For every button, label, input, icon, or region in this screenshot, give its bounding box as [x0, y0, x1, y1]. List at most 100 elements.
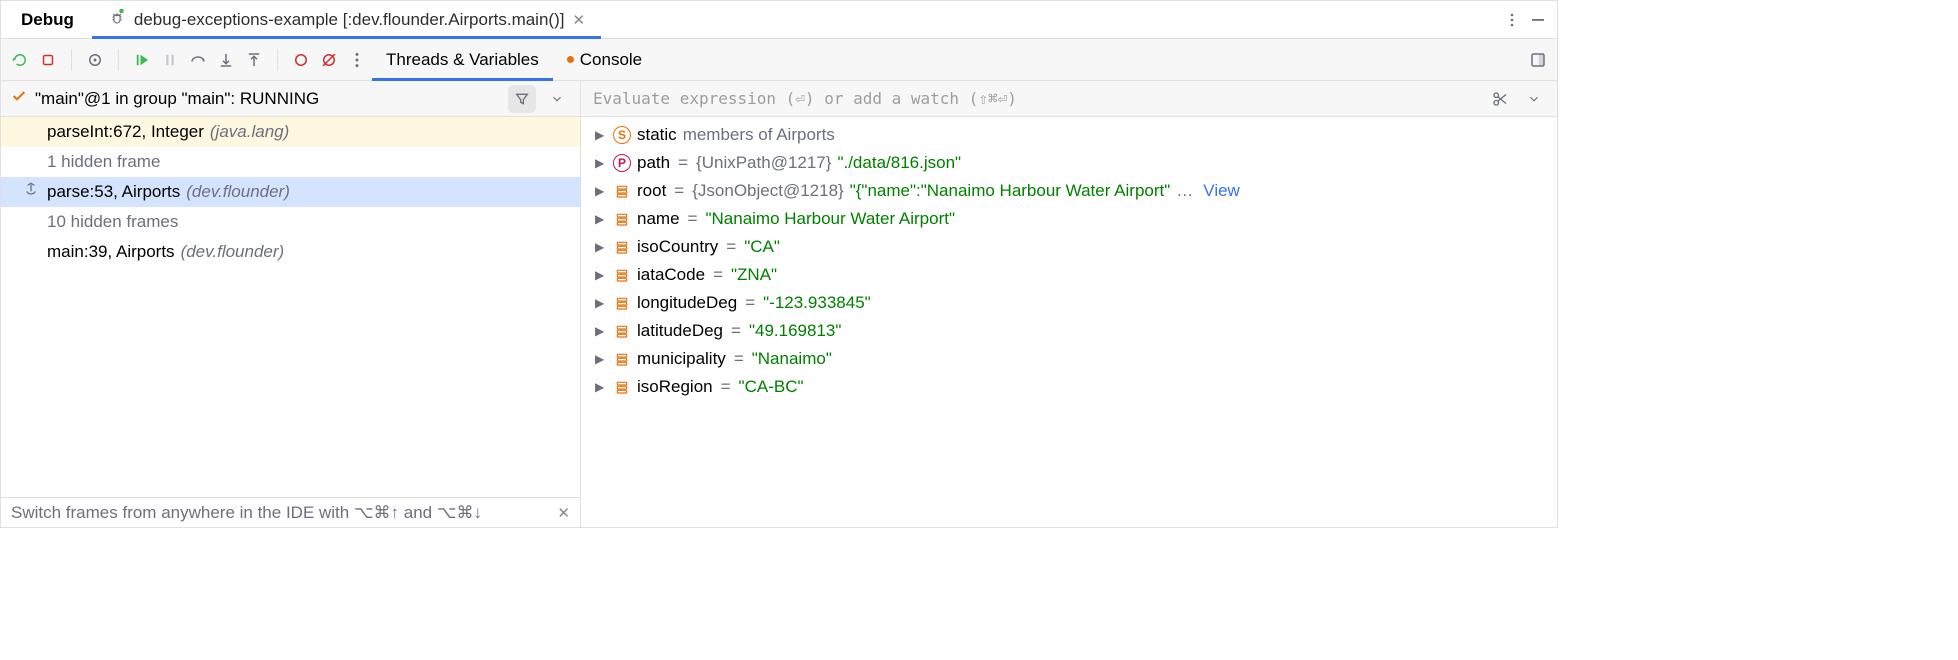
expand-eval-icon[interactable] — [1521, 86, 1547, 112]
debug-toolbar: Threads & Variables Console — [1, 39, 1557, 81]
drop-frame-icon[interactable] — [23, 182, 39, 203]
frame-package: (dev.flounder) — [181, 242, 285, 262]
chevron-right-icon[interactable]: ▶ — [595, 212, 607, 226]
chevron-right-icon[interactable]: ▶ — [595, 156, 607, 170]
var-type: {UnixPath@1217} — [696, 153, 831, 173]
evaluate-input[interactable] — [591, 88, 1479, 109]
stop-button[interactable] — [35, 47, 61, 73]
field-icon — [613, 322, 631, 340]
rerun-button[interactable] — [7, 47, 33, 73]
chevron-right-icon[interactable]: ▶ — [595, 380, 607, 394]
frame-method: parseInt:672, Integer — [47, 122, 204, 142]
var-value: "ZNA" — [731, 265, 777, 285]
var-value: "{"name":"Nanaimo Harbour Water Airport" — [850, 181, 1171, 201]
chevron-right-icon[interactable]: ▶ — [595, 296, 607, 310]
tip-close-icon[interactable]: ✕ — [557, 504, 570, 522]
tab-console[interactable]: Console — [553, 39, 656, 80]
run-config-tab[interactable]: debug-exceptions-example [:dev.flounder.… — [94, 1, 599, 38]
field-icon — [613, 294, 631, 312]
var-name: root — [637, 181, 666, 201]
var-name: path — [637, 153, 670, 173]
chevron-right-icon[interactable]: ▶ — [595, 128, 607, 142]
frame-method: parse:53, Airports — [47, 182, 180, 202]
evaluate-bar — [581, 81, 1557, 117]
view-link[interactable]: View — [1203, 181, 1240, 201]
variables-list: ▶Sstatic members of Airports▶Ppath = {Un… — [581, 117, 1557, 527]
chevron-right-icon[interactable]: ▶ — [595, 240, 607, 254]
var-value: "CA-BC" — [739, 377, 804, 397]
resume-button[interactable] — [129, 47, 155, 73]
filter-button[interactable] — [508, 85, 536, 113]
stack-frame[interactable]: 1 hidden frame — [1, 147, 580, 177]
console-dot-icon — [567, 56, 574, 63]
stack-frame[interactable]: 10 hidden frames — [1, 207, 580, 237]
show-execution-point-icon[interactable] — [82, 47, 108, 73]
hidden-frames-label: 1 hidden frame — [47, 152, 160, 172]
field-icon — [613, 378, 631, 396]
var-value: "-123.933845" — [763, 293, 871, 313]
variable-row[interactable]: ▶longitudeDeg = "-123.933845" — [581, 289, 1557, 317]
run-config-label: debug-exceptions-example [:dev.flounder.… — [134, 10, 565, 30]
scissors-icon[interactable] — [1487, 86, 1513, 112]
field-icon — [613, 238, 631, 256]
static-icon: S — [613, 126, 631, 144]
chevron-right-icon[interactable]: ▶ — [595, 324, 607, 338]
field-icon — [613, 350, 631, 368]
mute-breakpoints-button[interactable] — [316, 47, 342, 73]
var-value: "CA" — [744, 237, 780, 257]
var-name: latitudeDeg — [637, 321, 723, 341]
var-value: "Nanaimo Harbour Water Airport" — [705, 209, 955, 229]
var-value: "49.169813" — [749, 321, 841, 341]
stack-frame[interactable]: parse:53, Airports (dev.flounder) — [1, 177, 580, 207]
var-name: name — [637, 209, 680, 229]
variable-row[interactable]: ▶Ppath = {UnixPath@1217} "./data/816.jso… — [581, 149, 1557, 177]
minimize-icon[interactable] — [1525, 7, 1551, 33]
frame-package: (java.lang) — [210, 122, 289, 142]
field-icon — [613, 182, 631, 200]
var-name: static — [637, 125, 677, 145]
chevron-right-icon[interactable]: ▶ — [595, 268, 607, 282]
hidden-frames-label: 10 hidden frames — [47, 212, 178, 232]
tab-console-label: Console — [580, 50, 642, 70]
panel-title: Debug — [7, 10, 88, 30]
var-value: "./data/816.json" — [837, 153, 961, 173]
property-icon: P — [613, 154, 631, 172]
variable-row[interactable]: ▶latitudeDeg = "49.169813" — [581, 317, 1557, 345]
var-name: isoCountry — [637, 237, 718, 257]
ellipsis: … — [1176, 181, 1193, 201]
variable-row[interactable]: ▶ Sstatic members of Airports — [581, 121, 1557, 149]
step-out-button[interactable] — [241, 47, 267, 73]
debug-panel-header: Debug debug-exceptions-example [:dev.flo… — [1, 1, 1557, 39]
bug-icon — [108, 8, 126, 31]
variable-row[interactable]: ▶name = "Nanaimo Harbour Water Airport" — [581, 205, 1557, 233]
var-type: {JsonObject@1218} — [692, 181, 843, 201]
variable-row[interactable]: ▶root = {JsonObject@1218} "{"name":"Nana… — [581, 177, 1557, 205]
var-name: iataCode — [637, 265, 705, 285]
layout-settings-icon[interactable] — [1525, 47, 1551, 73]
thread-status[interactable]: "main"@1 in group "main": RUNNING — [35, 89, 500, 109]
var-desc: members of Airports — [683, 125, 835, 145]
chevron-right-icon[interactable]: ▶ — [595, 184, 607, 198]
var-name: longitudeDeg — [637, 293, 737, 313]
more-toolbar-icon[interactable] — [344, 47, 370, 73]
chevron-right-icon[interactable]: ▶ — [595, 352, 607, 366]
variable-row[interactable]: ▶isoCountry = "CA" — [581, 233, 1557, 261]
variable-row[interactable]: ▶isoRegion = "CA-BC" — [581, 373, 1557, 401]
tip-text: Switch frames from anywhere in the IDE w… — [11, 503, 482, 523]
stack-frame[interactable]: main:39, Airports (dev.flounder) — [1, 237, 580, 267]
view-breakpoints-button[interactable] — [288, 47, 314, 73]
check-icon — [11, 88, 27, 109]
more-options-icon[interactable] — [1499, 7, 1525, 33]
tab-threads-variables[interactable]: Threads & Variables — [372, 39, 553, 80]
step-into-button[interactable] — [213, 47, 239, 73]
stack-frame[interactable]: parseInt:672, Integer (java.lang) — [1, 117, 580, 147]
field-icon — [613, 266, 631, 284]
var-value: "Nanaimo" — [752, 349, 832, 369]
pause-button[interactable] — [157, 47, 183, 73]
thread-dropdown-icon[interactable] — [544, 86, 570, 112]
thread-selector-row: "main"@1 in group "main": RUNNING — [1, 81, 580, 117]
step-over-button[interactable] — [185, 47, 211, 73]
variable-row[interactable]: ▶municipality = "Nanaimo" — [581, 345, 1557, 373]
variable-row[interactable]: ▶iataCode = "ZNA" — [581, 261, 1557, 289]
close-tab-icon[interactable]: ✕ — [572, 11, 585, 29]
